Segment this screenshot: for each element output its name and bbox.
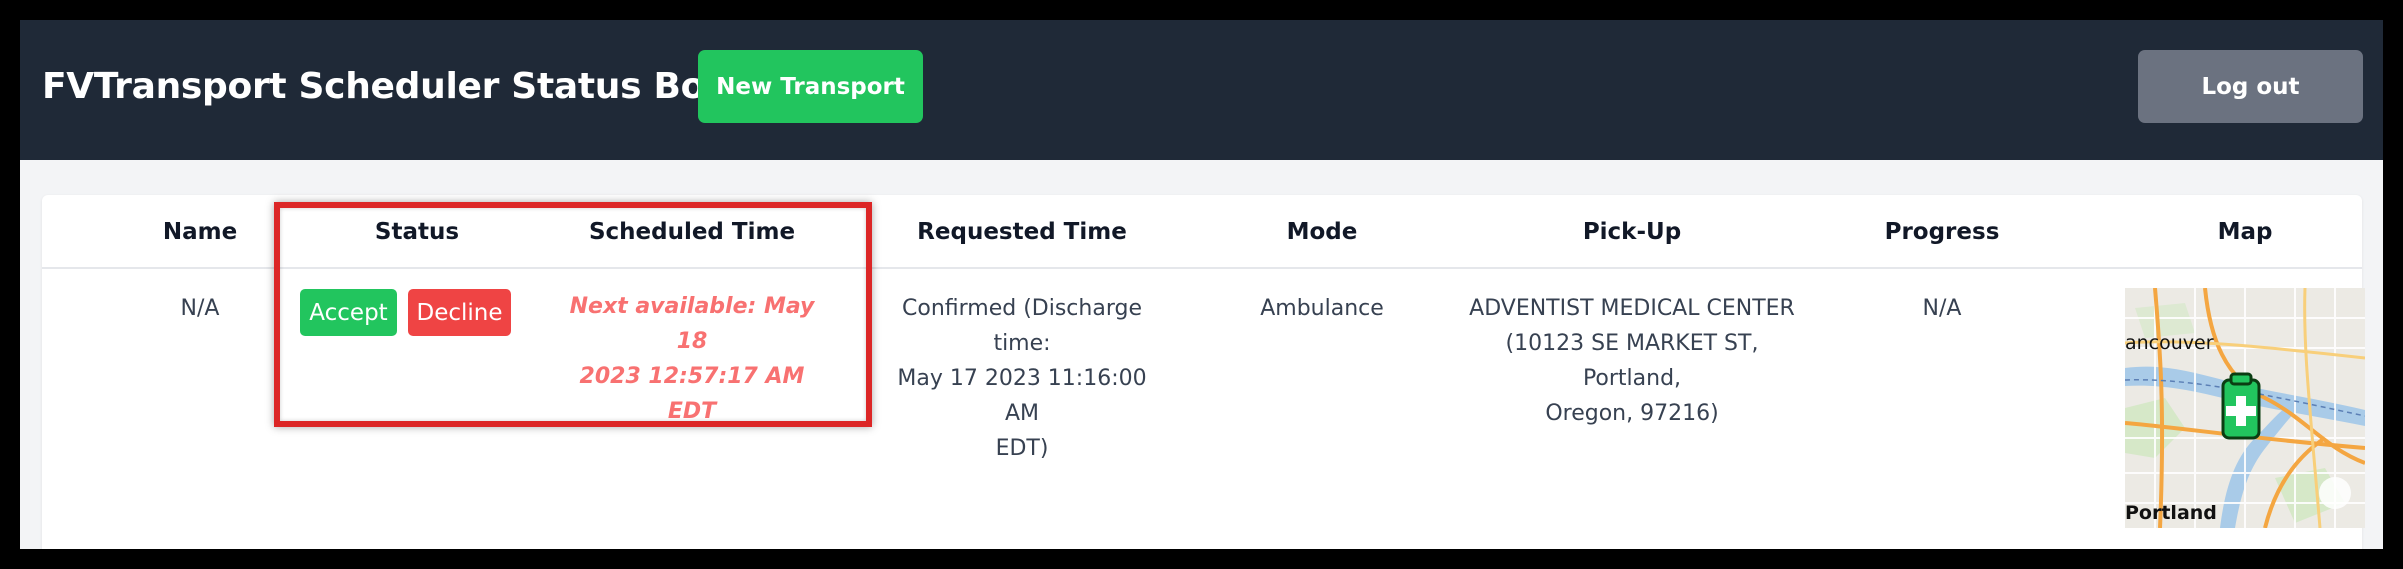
requested-time-line: Confirmed (Discharge time: xyxy=(902,296,1142,356)
map-thumbnail[interactable]: ancouver Portland xyxy=(2125,288,2365,528)
cell-pickup: ADVENTIST MEDICAL CENTER (10123 SE MARKE… xyxy=(1462,291,1802,431)
pickup-line: Oregon, 97216) xyxy=(1545,401,1719,426)
cell-mode: Ambulance xyxy=(1260,296,1384,321)
logout-button[interactable]: Log out xyxy=(2138,50,2363,123)
cell-progress: N/A xyxy=(1922,296,1962,321)
column-header-requested-time: Requested Time xyxy=(917,219,1127,245)
column-header-name: Name xyxy=(162,219,238,245)
column-header-progress: Progress xyxy=(1884,219,2000,245)
app-window: FVTransport Scheduler Status Board New T… xyxy=(20,20,2383,549)
map-graphic xyxy=(2125,288,2365,528)
requested-time-line: May 17 2023 11:16:00 AM xyxy=(897,366,1147,426)
top-header: FVTransport Scheduler Status Board New T… xyxy=(20,20,2383,160)
cell-requested-time: Confirmed (Discharge time: May 17 2023 1… xyxy=(882,291,1162,466)
pickup-line: ADVENTIST MEDICAL CENTER xyxy=(1469,296,1795,321)
transport-table: Name Status Scheduled Time Requested Tim… xyxy=(42,195,2365,549)
cell-name: N/A xyxy=(180,296,220,321)
page-title: FVTransport Scheduler Status Board xyxy=(42,66,772,107)
map-label-vancouver: ancouver xyxy=(2125,332,2214,354)
map-label-portland: Portland xyxy=(2125,502,2217,524)
ambulance-marker-icon xyxy=(2221,372,2261,440)
requested-time-line: EDT) xyxy=(995,436,1049,461)
annotation-highlight-box xyxy=(274,202,872,427)
new-transport-button[interactable]: New Transport xyxy=(698,50,923,123)
column-header-pickup: Pick-Up xyxy=(1582,219,1682,245)
pickup-line: (10123 SE MARKET ST, Portland, xyxy=(1505,331,1759,391)
column-header-mode: Mode xyxy=(1286,219,1358,245)
column-header-map: Map xyxy=(2217,219,2273,245)
